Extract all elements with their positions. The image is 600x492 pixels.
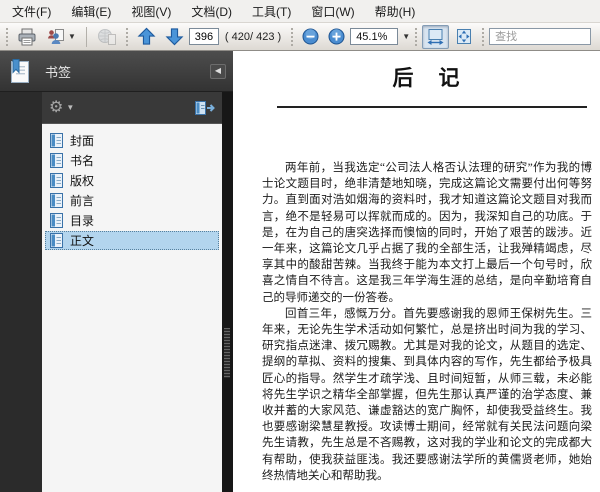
menu-bar: 文件(F) 编辑(E) 视图(V) 文档(D) 工具(T) 窗口(W) 帮助(H) bbox=[0, 0, 600, 23]
zoom-level-select[interactable]: 45.1% bbox=[350, 28, 399, 45]
bookmark-page-icon bbox=[50, 233, 63, 248]
menu-item[interactable]: 窗口(W) bbox=[301, 0, 364, 23]
arrow-up-icon bbox=[137, 27, 156, 45]
menu-item[interactable]: 帮助(H) bbox=[365, 0, 426, 23]
zoom-out-icon bbox=[302, 28, 319, 45]
bookmark-label: 目录 bbox=[70, 214, 95, 228]
paragraph: 回首三年，感慨万分。首先要感谢我的恩师王保树先生。三年来，无论先生学术活动如何繁… bbox=[262, 307, 592, 482]
print-icon bbox=[18, 28, 36, 45]
collaborate-icon bbox=[48, 29, 64, 44]
collapse-pane-button[interactable]: ◀ bbox=[210, 63, 226, 79]
navigation-pane: 书签 ◀ ⚙ ▼ 封面 书名 版权 前言 目录 正文 bbox=[0, 51, 233, 492]
document-text: 两年前，当我选定“公司法人格否认法理的研究”作为我的博士论文题目时，绝非清楚地知… bbox=[262, 160, 592, 484]
options-dropdown-arrow: ▼ bbox=[66, 102, 75, 112]
toolbar-grip[interactable] bbox=[6, 27, 8, 46]
bookmark-item[interactable]: 封面 bbox=[45, 131, 219, 150]
bookmark-page-icon bbox=[50, 153, 63, 168]
pane-splitter[interactable] bbox=[222, 92, 233, 492]
main-area: 书签 ◀ ⚙ ▼ 封面 书名 版权 前言 目录 正文 后 记 两年前，当我选定“… bbox=[0, 51, 600, 492]
document-page[interactable]: 后 记 两年前，当我选定“公司法人格否认法理的研究”作为我的博士论文题目时，绝非… bbox=[233, 51, 600, 492]
bookmark-label: 正文 bbox=[70, 234, 95, 248]
goto-bookmark-icon bbox=[195, 100, 215, 115]
expand-current-bookmark-button[interactable] bbox=[194, 100, 215, 116]
collaborate-button[interactable]: ▼ bbox=[42, 25, 80, 49]
page-count-label: ( 420/ 423 ) bbox=[224, 30, 282, 43]
zoom-in-button[interactable] bbox=[324, 25, 349, 49]
bookmark-item[interactable]: 目录 bbox=[45, 211, 219, 230]
find-input[interactable] bbox=[489, 28, 592, 45]
toolbar-grip[interactable] bbox=[125, 27, 128, 46]
pdf-reader-window: 文件(F) 编辑(E) 视图(V) 文档(D) 工具(T) 窗口(W) 帮助(H) ▼ bbox=[0, 0, 600, 492]
share-online-button[interactable] bbox=[93, 25, 121, 49]
bookmark-label: 封面 bbox=[70, 134, 95, 148]
bookmarks-panel-icon bbox=[11, 58, 29, 83]
menu-item[interactable]: 工具(T) bbox=[242, 0, 301, 23]
bookmark-item[interactable]: 正文 bbox=[45, 231, 219, 250]
bookmarks-panel-body: ⚙ ▼ 封面 书名 版权 前言 目录 正文 bbox=[0, 92, 233, 492]
bookmark-page-icon bbox=[50, 193, 63, 208]
share-online-icon bbox=[97, 28, 116, 45]
menu-item[interactable]: 文档(D) bbox=[181, 0, 242, 23]
arrow-down-icon bbox=[165, 28, 184, 46]
bookmarks-panel-title: 书签 bbox=[45, 64, 72, 80]
bookmarks-list: 封面 书名 版权 前言 目录 正文 bbox=[42, 123, 222, 492]
bookmark-item[interactable]: 版权 bbox=[45, 171, 219, 190]
pane-icon-strip bbox=[0, 92, 42, 492]
gear-icon: ⚙ bbox=[49, 98, 64, 116]
fit-page-icon bbox=[456, 29, 471, 44]
menu-item[interactable]: 编辑(E) bbox=[61, 0, 121, 23]
toolbar: ▼ ( 420/ 423 ) bbox=[0, 23, 600, 51]
bookmark-label: 前言 bbox=[70, 194, 95, 208]
toolbar-separator bbox=[85, 26, 87, 47]
bookmarks-panel-header: 书签 ◀ bbox=[0, 51, 233, 92]
previous-page-button[interactable] bbox=[133, 25, 160, 49]
bookmark-page-icon bbox=[50, 133, 63, 148]
heading-rule bbox=[277, 106, 587, 108]
zoom-in-icon bbox=[328, 28, 345, 45]
paragraph: 两年前，当我选定“公司法人格否认法理的研究”作为我的博士论文题目时，绝非清楚地知… bbox=[262, 162, 592, 304]
bookmark-label: 书名 bbox=[70, 154, 95, 168]
bookmarks-toolbar: ⚙ ▼ bbox=[42, 92, 222, 123]
splitter-grip[interactable] bbox=[224, 328, 230, 378]
bookmarks-options-button[interactable]: ⚙ ▼ bbox=[49, 98, 75, 116]
document-heading: 后 记 bbox=[392, 66, 462, 90]
bookmark-item[interactable]: 书名 bbox=[45, 151, 219, 170]
next-page-button[interactable] bbox=[161, 25, 188, 49]
bookmarks-panel: ⚙ ▼ 封面 书名 版权 前言 目录 正文 bbox=[42, 92, 222, 492]
page-number-input[interactable] bbox=[188, 28, 219, 45]
zoom-out-button[interactable] bbox=[298, 25, 323, 49]
fit-width-button[interactable] bbox=[422, 24, 450, 49]
zoom-level-value: 45.1% bbox=[356, 30, 388, 43]
zoom-dropdown-arrow[interactable]: ▼ bbox=[402, 32, 410, 41]
fit-page-button[interactable] bbox=[450, 25, 477, 49]
menu-item[interactable]: 视图(V) bbox=[121, 0, 181, 23]
fit-width-icon bbox=[427, 29, 444, 45]
toolbar-grip[interactable] bbox=[415, 27, 418, 46]
print-button[interactable] bbox=[13, 25, 41, 49]
bookmark-label: 版权 bbox=[70, 174, 95, 188]
bookmark-page-icon bbox=[50, 173, 63, 188]
bookmark-item[interactable]: 前言 bbox=[45, 191, 219, 210]
toolbar-grip[interactable] bbox=[291, 27, 294, 46]
toolbar-grip[interactable] bbox=[482, 27, 485, 46]
bookmark-page-icon bbox=[50, 213, 63, 228]
menu-item[interactable]: 文件(F) bbox=[2, 0, 61, 23]
collaborate-dropdown-arrow[interactable]: ▼ bbox=[68, 32, 76, 41]
